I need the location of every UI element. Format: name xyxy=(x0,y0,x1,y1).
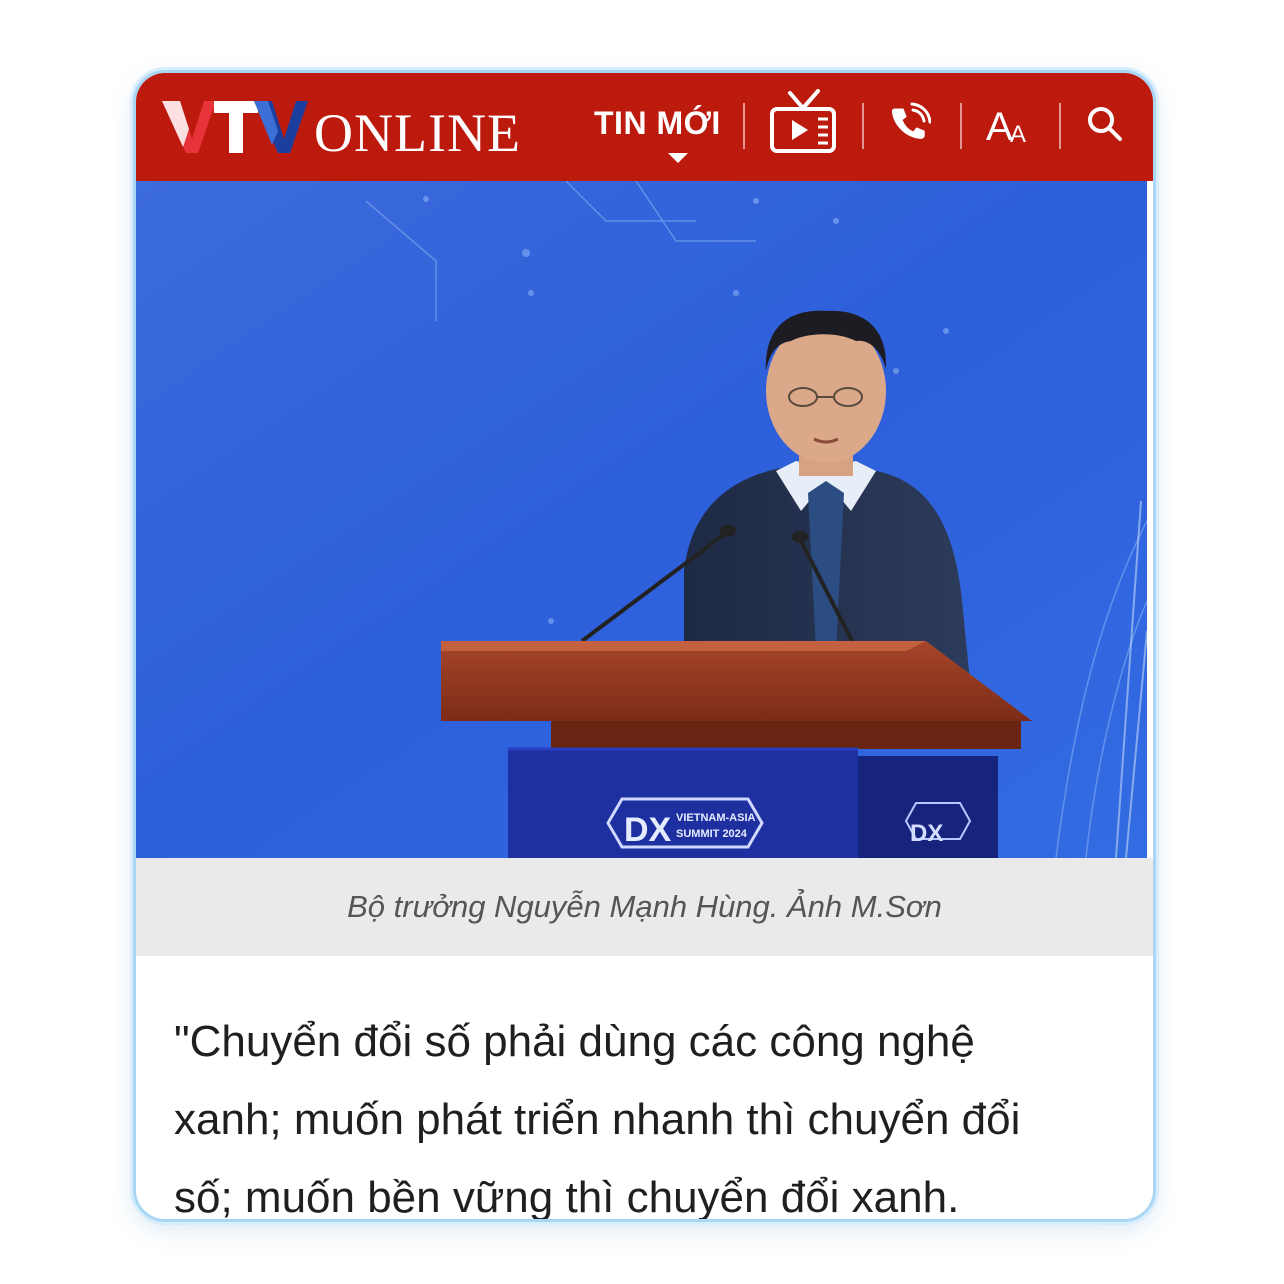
event-logo-mark-small: DX xyxy=(910,820,943,847)
divider xyxy=(862,103,864,149)
article-body-line: "Chuyển đổi số phải dùng các công nghệ xyxy=(174,1017,975,1066)
event-logo-line2: SUMMIT 2024 xyxy=(676,828,748,840)
article-body-line: số; muốn bền vững thì chuyển đổi xanh. xyxy=(174,1173,960,1222)
divider xyxy=(1059,103,1061,149)
article-body-line: xanh; muốn phát triển nhanh thì chuyển đ… xyxy=(174,1095,1021,1144)
font-size-icon[interactable]: A A xyxy=(982,87,1038,161)
chevron-down-icon xyxy=(668,153,688,163)
vtv-online-logo[interactable]: ONLINE xyxy=(158,95,518,159)
nav-tin-moi[interactable]: TIN MỚI xyxy=(594,105,721,145)
search-icon[interactable] xyxy=(1080,87,1130,161)
article-card: ONLINE TIN MỚI A A DX VIETNAM-ASIA SUMMI… xyxy=(133,70,1156,1222)
logo-online-text: ONLINE xyxy=(314,103,518,159)
divider xyxy=(743,103,745,149)
svg-text:A: A xyxy=(986,105,1013,146)
site-header: ONLINE TIN MỚI A A xyxy=(136,73,1153,181)
photo-caption: Bộ trưởng Nguyễn Mạnh Hùng. Ảnh M.Sơn xyxy=(347,889,942,924)
divider xyxy=(960,103,962,149)
photo-caption-box: Bộ trưởng Nguyễn Mạnh Hùng. Ảnh M.Sơn xyxy=(136,858,1153,956)
event-logo-line1: VIETNAM-ASIA xyxy=(676,812,756,824)
phone-call-icon[interactable] xyxy=(884,87,934,161)
svg-text:A: A xyxy=(1010,121,1026,146)
event-logo-mark: DX xyxy=(624,811,672,849)
article-body: "Chuyển đổi số phải dùng các công nghệ x… xyxy=(174,1003,1124,1222)
tv-play-icon[interactable] xyxy=(768,87,838,171)
article-photo: DX VIETNAM-ASIA SUMMIT 2024 DX xyxy=(136,181,1153,858)
